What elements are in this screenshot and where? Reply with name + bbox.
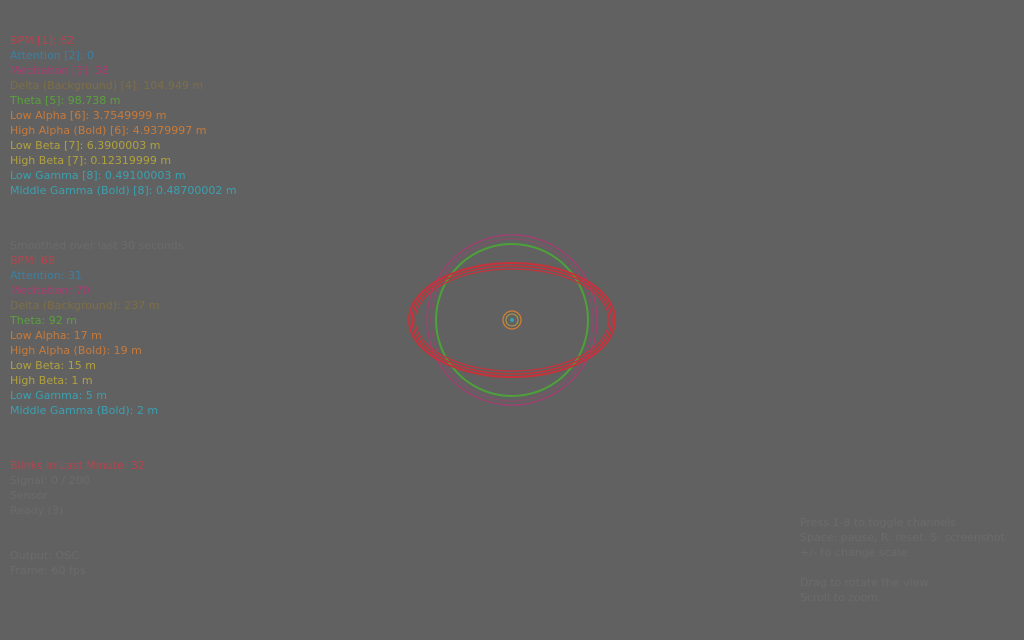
smoothed-header: Smoothed over last 30 seconds	[10, 239, 184, 252]
raw-reading-row: Low Gamma [8]: 0.49100003 m	[10, 169, 186, 182]
status-row: Ready (3)	[10, 504, 64, 517]
smoothed-reading-row: Delta (Background): 237 m	[10, 299, 160, 312]
help-row: Space: pause, R: reset, S: screenshot	[800, 531, 1005, 544]
raw-reading-row: Middle Gamma (Bold) [8]: 0.48700002 m	[10, 184, 237, 197]
smoothed-reading-row: Low Gamma: 5 m	[10, 389, 108, 402]
raw-reading-row: Meditation [3]: 38	[10, 64, 109, 77]
raw-reading-row: Low Alpha [6]: 3.7549999 m	[10, 109, 167, 122]
status-row: Signal: 0 / 200	[10, 474, 90, 487]
smoothed-readings-panel: Smoothed over last 30 seconds BPM: 68 Att…	[10, 238, 184, 418]
smoothed-reading-row: High Beta: 1 m	[10, 374, 93, 387]
smoothed-reading-row: High Alpha (Bold): 19 m	[10, 344, 142, 357]
smoothed-reading-row: Meditation: 70	[10, 284, 90, 297]
raw-reading-row: Theta [5]: 98.738 m	[10, 94, 121, 107]
help-row: +/- to change scale	[800, 546, 908, 559]
raw-readings-panel: BPM [1]: 62 Attention [2]: 0 Meditation [3…	[10, 33, 237, 198]
gamma-core-dot	[510, 318, 514, 322]
status-row	[10, 533, 145, 548]
status-row	[10, 518, 145, 533]
help-row: Press 1-8 to toggle channels	[800, 516, 957, 529]
blink-panel: Blinks in Last Minute: 32 Signal: 0 / 20…	[10, 458, 145, 578]
raw-reading-row: BPM [1]: 62	[10, 34, 74, 47]
raw-reading-row: Low Beta [7]: 6.3900003 m	[10, 139, 161, 152]
help-panel: Press 1-8 to toggle channels Space: pause…	[800, 515, 1005, 605]
help-row	[800, 560, 1005, 575]
raw-reading-row: High Beta [7]: 0.12319999 m	[10, 154, 172, 167]
smoothed-reading-row: Middle Gamma (Bold): 2 m	[10, 404, 159, 417]
help-row: Drag to rotate the view	[800, 576, 929, 589]
raw-reading-row: Attention [2]: 0	[10, 49, 95, 62]
smoothed-reading-row: Attention: 31	[10, 269, 82, 282]
raw-reading-row: High Alpha (Bold) [6]: 4.9379997 m	[10, 124, 207, 137]
status-row: Sensor	[10, 489, 48, 502]
help-row: Scroll to zoom	[800, 591, 879, 604]
smoothed-reading-row: Low Beta: 15 m	[10, 359, 96, 372]
smoothed-reading-row: Low Alpha: 17 m	[10, 329, 102, 342]
smoothed-reading-row: BPM: 68	[10, 254, 55, 267]
raw-reading-row: Delta (Background) [4]: 104.949 m	[10, 79, 204, 92]
status-row: Frame: 60 fps	[10, 564, 86, 577]
status-row: Output: OSC	[10, 549, 79, 562]
blinks-label: Blinks in Last Minute: 32	[10, 459, 145, 472]
smoothed-reading-row: Theta: 92 m	[10, 314, 77, 327]
